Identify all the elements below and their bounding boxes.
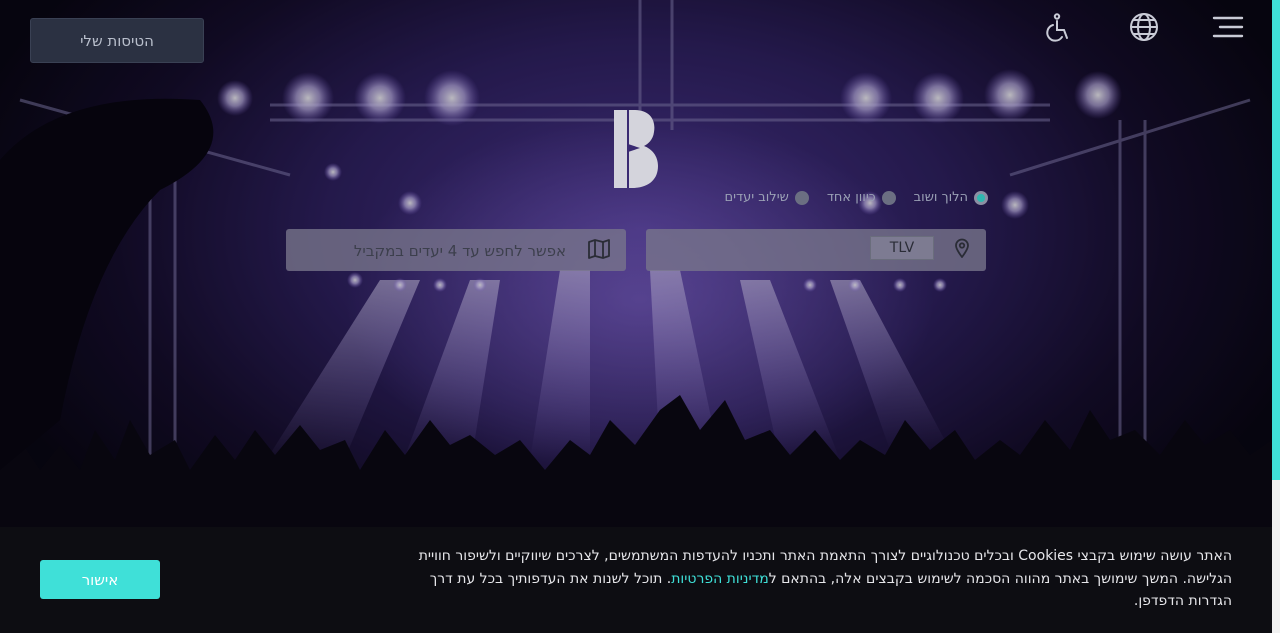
trip-type-selector: הלוך ושוב כיוון אחד שילוב יעדים (724, 190, 988, 205)
trip-type-round-trip[interactable]: הלוך ושוב (914, 190, 988, 205)
origin-airport-chip[interactable]: TLV (870, 236, 934, 260)
page-scrollbar[interactable] (1272, 0, 1280, 633)
trip-type-label: כיוון אחד (826, 190, 876, 205)
my-flights-button[interactable]: הטיסות שלי (30, 18, 204, 63)
trip-type-one-way[interactable]: כיוון אחד (827, 190, 896, 205)
trip-type-multi-destination[interactable]: שילוב יעדים (724, 190, 809, 205)
menu-icon[interactable] (1212, 14, 1244, 40)
origin-field[interactable]: TLV (646, 229, 986, 271)
page: הטיסות שלי הלוך ושוב כיוון אחד שילוב יעד… (0, 0, 1280, 633)
privacy-policy-link[interactable]: מדיניות הפרטיות (671, 571, 769, 587)
globe-icon[interactable] (1129, 12, 1159, 42)
radio-selected-icon[interactable] (974, 190, 988, 205)
radio-icon[interactable] (794, 190, 809, 205)
location-pin-icon (954, 238, 970, 262)
trip-type-label: הלוך ושוב (913, 190, 968, 205)
brand-logo[interactable] (612, 108, 660, 194)
radio-icon[interactable] (881, 190, 896, 205)
trip-type-label: שילוב יעדים (724, 190, 789, 205)
destination-search-input[interactable] (334, 238, 568, 264)
cookie-message: האתר עושה שימוש בקבצי Cookies ובכלים טכנ… (397, 545, 1232, 613)
accept-cookies-button[interactable]: אישור (40, 560, 160, 599)
accessibility-icon[interactable] (1045, 13, 1071, 43)
cookie-banner: האתר עושה שימוש בקבצי Cookies ובכלים טכנ… (0, 527, 1272, 633)
scrollbar-thumb[interactable] (1272, 0, 1280, 480)
map-icon[interactable] (588, 239, 610, 263)
destination-field[interactable] (286, 229, 626, 271)
